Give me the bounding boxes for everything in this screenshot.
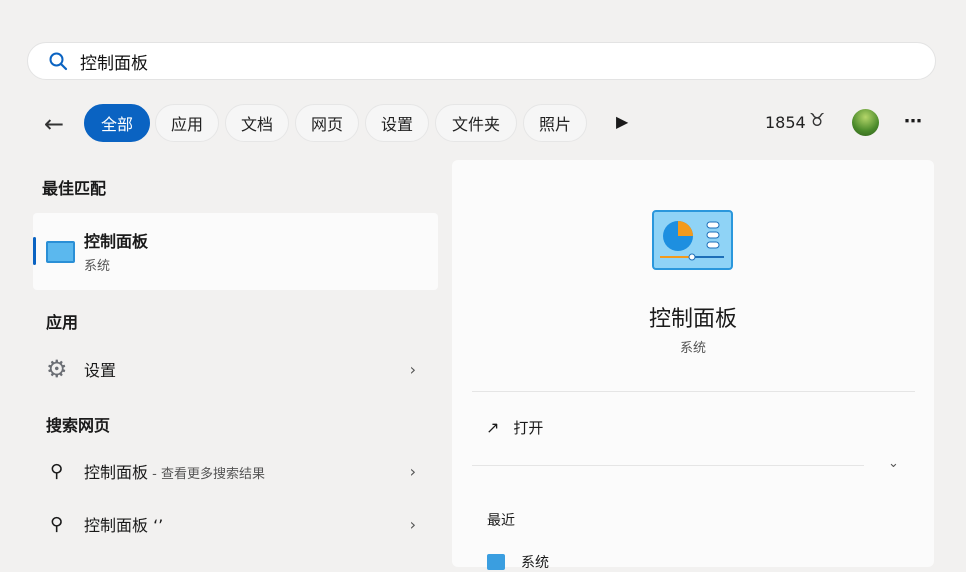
divider (472, 391, 915, 392)
chevron-right-icon: › (409, 514, 416, 534)
best-match-title: 控制面板 (84, 232, 149, 251)
detail-panel: 控制面板 系统 ↗ 打开 ⌄ 最近 系统 (452, 160, 934, 571)
rewards-points[interactable]: 1854 (765, 113, 806, 132)
web-result-label: 控制面板 ‘’ (84, 516, 164, 535)
open-label: 打开 (513, 418, 544, 437)
search-icon: ⚲ (50, 460, 64, 482)
recent-item[interactable]: 系统 (487, 552, 549, 572)
rewards-medal-icon: ♉ (809, 110, 826, 131)
web-result-item[interactable]: ⚲ 控制面板 ‘’ › (33, 505, 438, 543)
recent-heading: 最近 (487, 513, 515, 529)
expand-chevron-icon[interactable]: ⌄ (888, 456, 899, 471)
best-match-heading: 最佳匹配 (42, 179, 107, 198)
recent-item-label: 系统 (521, 555, 549, 571)
detail-title: 控制面板 (648, 307, 737, 332)
web-result-label: 控制面板 (84, 463, 149, 482)
avatar[interactable] (852, 109, 879, 136)
filter-all[interactable]: 全部 (84, 104, 150, 142)
selection-indicator (33, 237, 36, 265)
apps-heading: 应用 (46, 313, 79, 332)
search-icon (49, 52, 68, 71)
more-options-icon[interactable]: ⋯ (904, 111, 922, 132)
best-match-subtitle: 系统 (84, 259, 111, 274)
chevron-right-icon: › (409, 461, 416, 481)
open-action[interactable]: ↗ 打开 (472, 408, 915, 446)
control-panel-icon (46, 241, 75, 263)
filter-web[interactable]: 网页 (295, 104, 359, 142)
filter-apps[interactable]: 应用 (155, 104, 219, 142)
filter-folders[interactable]: 文件夹 (435, 104, 517, 142)
detail-subtitle: 系统 (679, 341, 706, 356)
back-arrow-icon[interactable]: ← (44, 110, 64, 138)
system-icon (487, 554, 505, 570)
control-panel-large-icon (652, 210, 733, 270)
filter-photos[interactable]: 照片 (523, 104, 587, 142)
search-input[interactable] (80, 51, 780, 71)
web-result-hint: - 查看更多搜索结果 (148, 467, 265, 482)
open-external-icon: ↗ (486, 417, 500, 437)
search-box[interactable] (27, 42, 936, 80)
filter-documents[interactable]: 文档 (225, 104, 289, 142)
chevron-right-icon: › (409, 359, 416, 379)
app-item-settings[interactable]: ⚙ 设置 › (33, 350, 438, 388)
app-item-label: 设置 (84, 361, 117, 380)
best-match-item[interactable]: 控制面板 系统 (33, 213, 438, 290)
web-result-item[interactable]: ⚲ 控制面板 - 查看更多搜索结果 › (33, 452, 438, 490)
more-filters-play-icon[interactable]: ▶ (616, 112, 628, 131)
web-heading: 搜索网页 (46, 416, 111, 435)
settings-gear-icon: ⚙ (46, 355, 68, 383)
search-icon: ⚲ (50, 513, 64, 535)
divider (472, 465, 864, 466)
filter-settings[interactable]: 设置 (365, 104, 429, 142)
